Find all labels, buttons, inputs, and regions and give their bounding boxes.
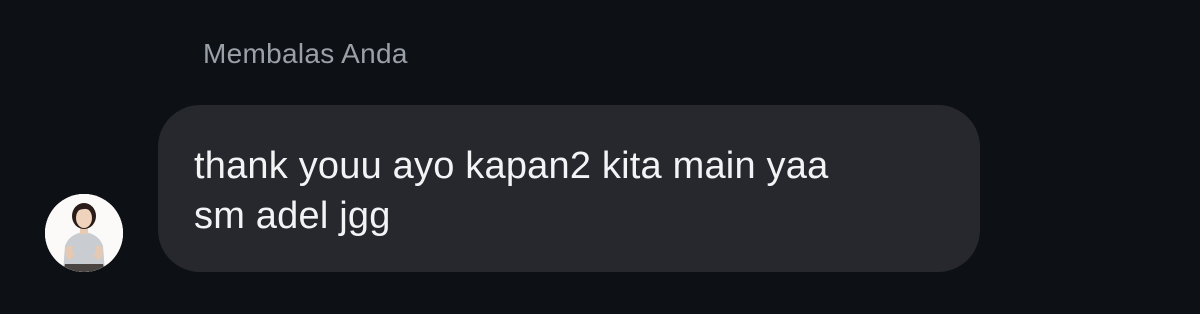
message-text: thank youu ayo kapan2 kita main yaa sm a… [194,145,829,237]
reply-context-label: Membalas Anda [203,38,408,69]
sender-avatar[interactable] [45,194,123,272]
profile-photo-icon [45,194,123,272]
chat-thread: Membalas Anda thank youu ayo kapan2 kita… [0,0,1200,314]
message-bubble[interactable]: thank youu ayo kapan2 kita main yaa sm a… [158,105,980,272]
